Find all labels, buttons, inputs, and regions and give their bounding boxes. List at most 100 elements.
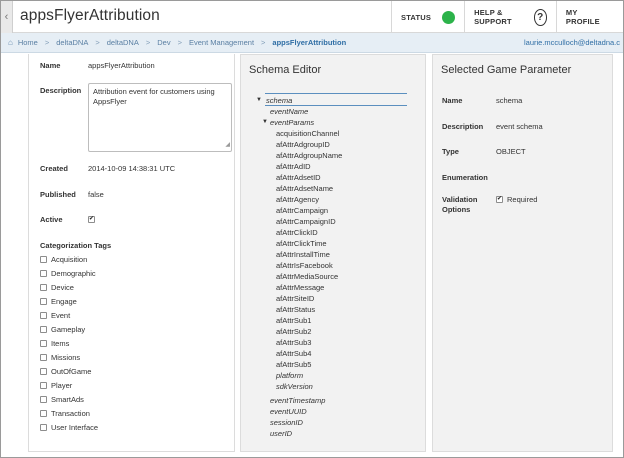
my-profile-menu[interactable]: MY PROFILE <box>555 1 623 33</box>
active-checkbox[interactable]: ✔ <box>88 216 95 223</box>
tag-checkbox[interactable] <box>40 298 47 305</box>
tree-node-param[interactable]: afAttrSub1 <box>276 316 311 325</box>
tree-node-event-params[interactable]: eventParams <box>270 118 314 127</box>
tag-checkbox[interactable] <box>40 312 47 319</box>
breadcrumb-separator-icon: > <box>44 38 50 47</box>
tree-node-param[interactable]: afAttrCampaign <box>276 206 328 215</box>
status-menu[interactable]: STATUS <box>391 1 464 33</box>
home-icon[interactable]: ⌂ <box>8 38 13 47</box>
name-value: appsFlyerAttribution <box>88 61 155 70</box>
tree-node-param[interactable]: afAttrIsFacebook <box>276 261 333 270</box>
collapse-triangle-icon[interactable]: ▼ <box>256 97 262 103</box>
status-indicator-icon <box>442 10 456 24</box>
breadcrumb-event-management[interactable]: Event Management <box>189 38 254 47</box>
description-text: Attribution event for customers using Ap… <box>93 87 215 106</box>
tag-checkbox[interactable] <box>40 256 47 263</box>
name-label: Name <box>40 61 61 70</box>
tag-checkbox[interactable] <box>40 396 47 403</box>
tree-node-event-uuid[interactable]: eventUUID <box>270 407 307 416</box>
event-details-panel: Name appsFlyerAttribution Description At… <box>28 54 235 452</box>
tree-node-param[interactable]: afAttrStatus <box>276 305 315 314</box>
breadcrumb-game[interactable]: deltaDNA <box>107 38 139 47</box>
schema-editor-title: Schema Editor <box>249 64 322 76</box>
param-description-value: event schema <box>496 122 543 131</box>
tree-node-param[interactable]: afAttrClickID <box>276 228 318 237</box>
tag-label: Engage <box>51 297 77 306</box>
selected-parameter-panel: Selected Game Parameter Name schema Desc… <box>432 54 613 452</box>
tag-checkbox[interactable] <box>40 354 47 361</box>
tag-checkbox[interactable] <box>40 410 47 417</box>
tree-node-event-timestamp[interactable]: eventTimestamp <box>270 396 325 405</box>
tree-node-param[interactable]: afAttrAgency <box>276 195 319 204</box>
resize-grip-icon[interactable]: ◢ <box>225 140 230 150</box>
tag-checkbox[interactable] <box>40 270 47 277</box>
tree-node-param[interactable]: afAttrSub3 <box>276 338 311 347</box>
tree-node-param[interactable]: afAttrInstallTime <box>276 250 330 259</box>
tree-node-user-id[interactable]: userID <box>270 429 292 438</box>
tag-label: Device <box>51 283 74 292</box>
top-nav: STATUS HELP & SUPPORT ? MY PROFILE <box>391 1 623 33</box>
required-label: Required <box>507 195 538 204</box>
tree-node-param-platform[interactable]: platform <box>276 371 303 380</box>
tag-label: Player <box>51 381 73 390</box>
tag-checkbox[interactable] <box>40 368 47 375</box>
breadcrumb-current: appsFlyerAttribution <box>272 38 347 47</box>
help-support-label: HELP & SUPPORT <box>474 8 512 26</box>
tree-node-param[interactable]: afAttrAdsetID <box>276 173 321 182</box>
breadcrumb-separator-icon: > <box>261 38 266 47</box>
tree-node-param[interactable]: acquisitionChannel <box>276 129 339 138</box>
breadcrumb-org[interactable]: deltaDNA <box>56 38 88 47</box>
schema-root-node[interactable]: schema <box>266 96 292 105</box>
back-chevron-icon[interactable]: ‹ <box>1 1 13 33</box>
created-label: Created <box>40 164 68 173</box>
tag-label: SmartAds <box>51 395 84 404</box>
collapse-triangle-icon[interactable]: ▼ <box>262 119 268 125</box>
tag-label: Missions <box>51 353 81 362</box>
required-checkbox[interactable]: ✔ <box>496 196 503 203</box>
tag-label: Transaction <box>51 409 90 418</box>
tree-node-param[interactable]: afAttrSub4 <box>276 349 311 358</box>
tree-node-param[interactable]: afAttrSub5 <box>276 360 311 369</box>
tree-node-param[interactable]: afAttrClickTime <box>276 239 327 248</box>
tree-node-event-name[interactable]: eventName <box>270 107 308 116</box>
param-name-label: Name <box>442 96 463 105</box>
tag-checkbox[interactable] <box>40 326 47 333</box>
tree-node-param[interactable]: afAttrAdID <box>276 162 311 171</box>
tag-label: OutOfGame <box>51 367 92 376</box>
tree-node-param[interactable]: afAttrCampaignID <box>276 217 336 226</box>
breadcrumb-env[interactable]: Dev <box>157 38 170 47</box>
tree-node-param[interactable]: afAttrSiteID <box>276 294 314 303</box>
user-email[interactable]: laurie.mcculloch@deltadna.c <box>524 38 620 47</box>
tree-node-param-sdk-version[interactable]: sdkVersion <box>276 382 313 391</box>
tree-node-param[interactable]: afAttrMediaSource <box>276 272 338 281</box>
tree-node-param[interactable]: afAttrAdgroupName <box>276 151 342 160</box>
param-options-label: Options <box>442 205 471 214</box>
created-value: 2014-10-09 14:38:31 UTC <box>88 164 176 173</box>
param-validation-label: Validation <box>442 195 478 204</box>
param-type-label: Type <box>442 147 459 156</box>
tree-node-param[interactable]: afAttrSub2 <box>276 327 311 336</box>
tag-label: Acquisition <box>51 255 88 264</box>
status-label: STATUS <box>401 12 432 22</box>
published-value: false <box>88 190 104 199</box>
tree-node-session-id[interactable]: sessionID <box>270 418 303 427</box>
my-profile-label: MY PROFILE <box>565 8 600 26</box>
schema-editor-panel: Schema Editor ▼ schema eventName ▼ event… <box>240 54 426 452</box>
breadcrumb-separator-icon: > <box>95 38 100 47</box>
tag-checkbox[interactable] <box>40 284 47 291</box>
param-name-value: schema <box>496 96 523 105</box>
tag-checkbox[interactable] <box>40 340 47 347</box>
tag-checkbox[interactable] <box>40 382 47 389</box>
description-label: Description <box>40 86 82 95</box>
tag-checkbox[interactable] <box>40 424 47 431</box>
tree-node-param[interactable]: afAttrAdsetName <box>276 184 333 193</box>
tree-node-param[interactable]: afAttrMessage <box>276 283 324 292</box>
help-icon: ? <box>533 8 547 26</box>
page-title: appsFlyerAttribution <box>20 7 160 24</box>
published-label: Published <box>40 190 76 199</box>
param-description-label: Description <box>442 122 484 131</box>
help-support-menu[interactable]: HELP & SUPPORT ? <box>464 1 556 33</box>
tree-node-param[interactable]: afAttrAdgroupID <box>276 140 330 149</box>
description-textarea[interactable]: Attribution event for customers using Ap… <box>88 83 232 152</box>
breadcrumb-home[interactable]: Home <box>18 38 38 47</box>
